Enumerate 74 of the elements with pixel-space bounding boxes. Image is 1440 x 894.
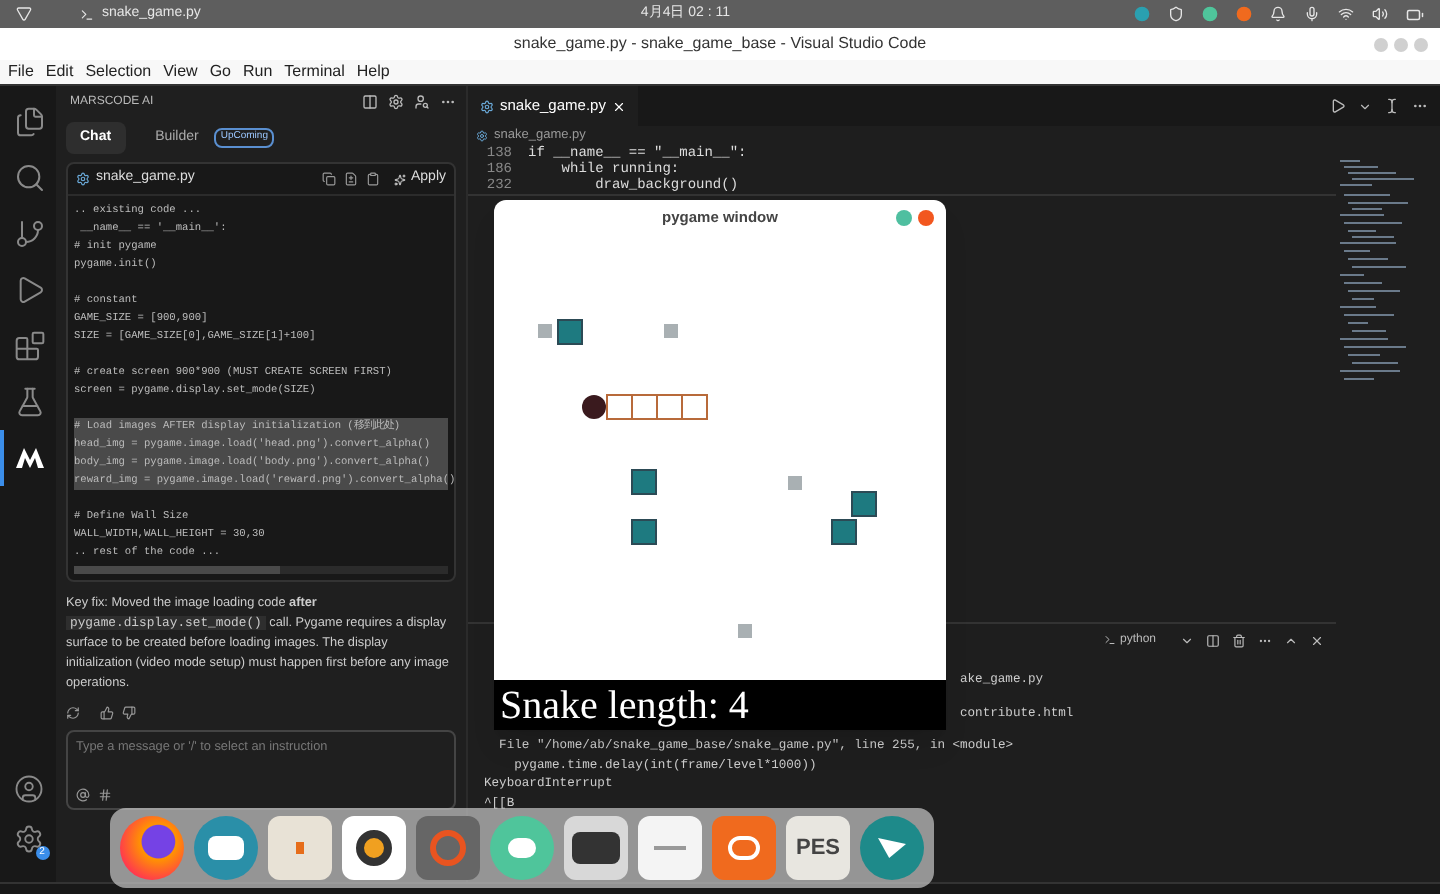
split-terminal-icon[interactable] bbox=[1206, 633, 1220, 647]
settings-icon[interactable] bbox=[388, 94, 404, 110]
shield-icon[interactable] bbox=[1168, 6, 1184, 22]
chat-app-icon[interactable] bbox=[490, 816, 554, 880]
layout-icon[interactable] bbox=[362, 94, 378, 110]
branch-icon bbox=[14, 218, 46, 250]
thumbs-down-icon[interactable] bbox=[122, 706, 136, 720]
menu-item[interactable]: Go bbox=[209, 60, 231, 84]
file-type-icon bbox=[76, 172, 90, 186]
menu-item[interactable]: Terminal bbox=[284, 60, 345, 84]
menu-item[interactable]: Run bbox=[242, 60, 273, 84]
files-icon bbox=[14, 106, 46, 138]
split-editor-icon[interactable] bbox=[1384, 98, 1400, 114]
speaker-icon[interactable] bbox=[342, 816, 406, 880]
hash-icon[interactable] bbox=[98, 788, 112, 802]
activities-icon[interactable] bbox=[16, 6, 32, 22]
wall-block bbox=[631, 469, 657, 495]
copy-icon[interactable] bbox=[322, 172, 337, 186]
thumbs-up-icon[interactable] bbox=[100, 706, 114, 720]
run-icon[interactable] bbox=[1330, 98, 1346, 114]
terminal-app-icon[interactable] bbox=[564, 816, 628, 880]
wall-block bbox=[557, 319, 583, 345]
score-text: Snake length: 4 bbox=[500, 685, 749, 725]
microphone-icon[interactable] bbox=[1304, 6, 1320, 22]
wall-block bbox=[851, 491, 877, 517]
obstacle-block bbox=[788, 476, 802, 490]
blocks-icon bbox=[14, 330, 46, 362]
window-title: snake_game.py - snake_game_base - Visual Studio Code bbox=[513, 32, 927, 56]
python-file-icon bbox=[476, 130, 488, 142]
bell-icon[interactable] bbox=[1270, 6, 1286, 22]
ring-app-icon[interactable] bbox=[712, 816, 776, 880]
menu-item[interactable]: Selection bbox=[85, 60, 152, 84]
close-button[interactable] bbox=[918, 210, 934, 226]
sparkle-icon bbox=[394, 173, 407, 185]
terminal-icon bbox=[1103, 634, 1116, 646]
marscode-icon bbox=[14, 446, 46, 470]
user-icon[interactable] bbox=[414, 94, 430, 110]
menu-item[interactable]: Edit bbox=[45, 60, 74, 84]
mail-app-icon[interactable] bbox=[194, 816, 258, 880]
menu-item[interactable]: File bbox=[8, 60, 34, 84]
obstacle-block bbox=[538, 324, 552, 338]
menu-item[interactable]: Help bbox=[356, 60, 390, 84]
settings-icon[interactable] bbox=[13, 824, 43, 854]
diff-icon[interactable] bbox=[344, 172, 359, 186]
chevron-up-icon[interactable] bbox=[1284, 633, 1298, 647]
text-editor-icon[interactable] bbox=[638, 816, 702, 880]
python-file-icon bbox=[480, 99, 494, 113]
search-icon bbox=[14, 162, 46, 194]
close-icon[interactable] bbox=[1310, 633, 1324, 647]
account-icon[interactable] bbox=[13, 774, 43, 804]
play-icon bbox=[14, 274, 46, 306]
obstacle-block bbox=[738, 624, 752, 638]
chevron-down-icon[interactable] bbox=[1180, 633, 1194, 647]
snake-head bbox=[582, 395, 606, 419]
horizontal-scrollbar[interactable] bbox=[74, 566, 448, 574]
snake-body bbox=[606, 394, 708, 420]
trash-icon[interactable] bbox=[1232, 633, 1246, 647]
volume-icon[interactable] bbox=[1372, 6, 1388, 22]
browser-icon[interactable] bbox=[120, 816, 184, 880]
pes-app-icon[interactable]: PES bbox=[786, 816, 850, 880]
wifi-icon[interactable] bbox=[1338, 6, 1354, 22]
mention-icon[interactable] bbox=[76, 788, 90, 802]
battery-icon[interactable] bbox=[1406, 5, 1424, 23]
regenerate-icon[interactable] bbox=[66, 706, 80, 720]
obstacle-block bbox=[664, 324, 678, 338]
tray-chat-icon[interactable] bbox=[1202, 6, 1218, 22]
wall-block bbox=[631, 519, 657, 545]
wall-block bbox=[831, 519, 857, 545]
flask-icon bbox=[14, 386, 46, 418]
bird-app-icon[interactable] bbox=[860, 816, 924, 880]
app-icon bbox=[80, 7, 94, 21]
chevron-down-icon[interactable] bbox=[1358, 99, 1372, 113]
menu-item[interactable]: View bbox=[163, 60, 198, 84]
insert-icon[interactable] bbox=[366, 172, 381, 186]
